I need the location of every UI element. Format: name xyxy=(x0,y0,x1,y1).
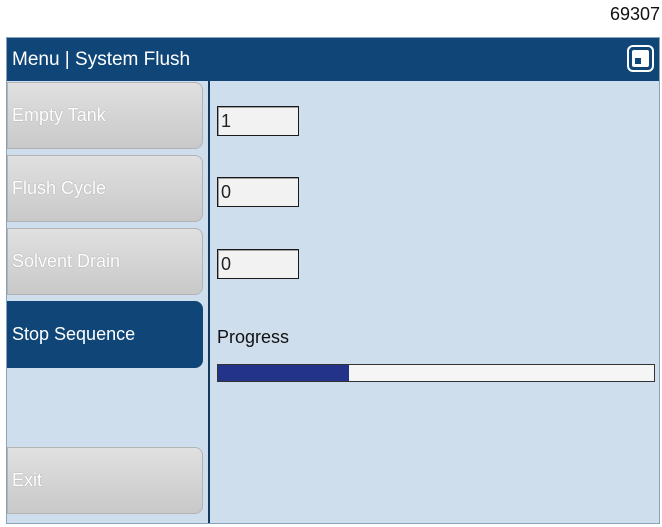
empty-tank-field[interactable]: 1 xyxy=(217,106,299,136)
title-bar: Menu | System Flush xyxy=(7,38,659,81)
exit-button[interactable]: Exit xyxy=(7,447,203,514)
sidebar: Empty Tank Flush Cycle Solvent Drain Sto… xyxy=(7,81,210,523)
progress-fill xyxy=(218,365,349,381)
flush-cycle-button[interactable]: Flush Cycle xyxy=(7,155,203,222)
solvent-drain-button[interactable]: Solvent Drain xyxy=(7,228,203,295)
flush-cycle-field[interactable]: 0 xyxy=(217,177,299,207)
figure-id: 69307 xyxy=(609,4,660,24)
progress-label: Progress xyxy=(217,327,290,347)
window-control-icon[interactable] xyxy=(627,45,654,72)
solvent-drain-field[interactable]: 0 xyxy=(217,249,299,279)
empty-tank-button[interactable]: Empty Tank xyxy=(7,82,203,149)
stop-sequence-button[interactable]: Stop Sequence xyxy=(7,301,203,368)
window-title: Menu | System Flush xyxy=(12,48,191,70)
progress-bar xyxy=(217,364,655,382)
main-panel: 1 0 0 Progress xyxy=(210,81,659,523)
system-flush-window: Menu | System Flush Empty Tank Flush Cyc… xyxy=(6,37,660,524)
